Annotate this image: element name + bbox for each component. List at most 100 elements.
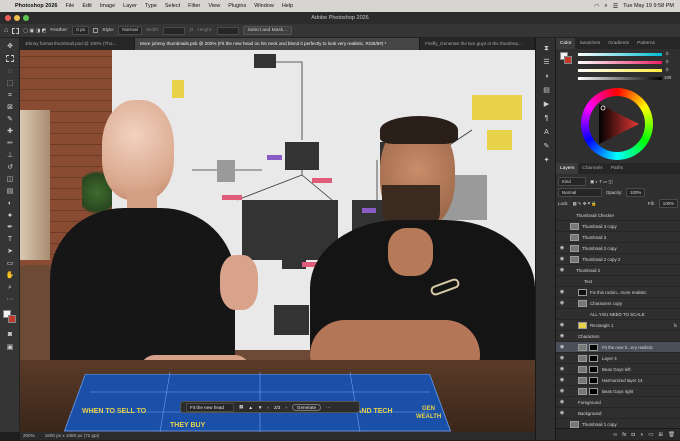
menu-window[interactable]: Window — [250, 3, 278, 9]
anti-alias-checkbox[interactable] — [93, 28, 99, 33]
visibility-icon[interactable]: ◉ — [558, 287, 566, 297]
eraser-tool-icon[interactable]: ◫ — [5, 175, 15, 185]
search-icon[interactable]: ⌕ — [604, 3, 607, 10]
brushes-panel-icon[interactable]: ✎ — [542, 142, 551, 151]
document-canvas[interactable]: WHEN TO SELL TO THEY BUY GEN WEALTH S AN… — [20, 50, 535, 432]
home-icon[interactable]: ⌂ — [4, 27, 8, 34]
libraries-panel-icon[interactable]: ▤ — [542, 86, 551, 95]
width-input[interactable] — [163, 26, 186, 35]
rectangle-tool-icon[interactable]: ▭ — [5, 259, 15, 269]
layer-row[interactable]: ◉ Thumbnail 2 copy — [556, 243, 680, 254]
thumbs-down-icon[interactable]: ▼ — [258, 405, 263, 410]
style-select[interactable]: Normal — [118, 26, 142, 35]
history-panel-icon[interactable]: ⧗ — [542, 44, 551, 53]
tab-thumbnail-format[interactable]: Jthnny format thumbnail.psd @ 100% (Tho.… — [20, 38, 135, 50]
cyan-value[interactable]: 0 — [666, 51, 668, 56]
tab-channels[interactable]: Channels — [578, 163, 606, 174]
menu-layer[interactable]: Layer — [119, 3, 141, 9]
menu-select[interactable]: Select — [161, 3, 184, 9]
move-tool-icon[interactable]: ✥ — [5, 42, 15, 52]
object-select-tool-icon[interactable]: ⬚ — [5, 79, 15, 89]
tab-swatches[interactable]: Swatches — [575, 38, 604, 49]
layer-row[interactable]: Thumbnail 3 copy — [556, 221, 680, 232]
next-variation-button[interactable]: › — [285, 405, 287, 410]
layer-row[interactable]: ◉ Beas Guys right — [556, 386, 680, 397]
tab-paths[interactable]: Paths — [607, 163, 627, 174]
menu-type[interactable]: Type — [141, 3, 161, 9]
menu-file[interactable]: File — [61, 3, 78, 9]
filter-icons[interactable]: ▣ ◐ T ▭ ◫ — [590, 179, 613, 185]
menu-clock[interactable]: Tue May 19 9:58 PM — [623, 3, 674, 9]
properties-panel-icon[interactable]: ☰ — [542, 58, 551, 67]
prompt-input[interactable]: Fit the new head — [186, 402, 234, 412]
lock-icons[interactable]: ▦ ✎ ✥ ⌗ 🔒 — [573, 201, 597, 207]
visibility-icon[interactable]: ◉ — [558, 364, 566, 374]
visibility-icon[interactable]: ◉ — [558, 353, 566, 363]
link-layers-icon[interactable]: ∞ — [613, 429, 617, 440]
yellow-slider[interactable] — [578, 69, 662, 72]
paragraph-panel-icon[interactable]: ¶ — [542, 114, 551, 123]
zoom-tool-icon[interactable]: ⌕ — [5, 283, 15, 293]
visibility-icon[interactable]: ◉ — [558, 375, 566, 385]
menu-help[interactable]: Help — [278, 3, 297, 9]
kind-filter-select[interactable]: Kind — [558, 177, 586, 186]
control-center-icon[interactable]: ☰ — [613, 3, 618, 10]
lasso-tool-icon[interactable]: ◌ — [5, 67, 15, 77]
more-options-icon[interactable]: ··· — [326, 405, 331, 410]
layer-row[interactable]: Thumbnail 3 — [556, 232, 680, 243]
layer-row[interactable]: ◉ Fit the new h...ery realistic — [556, 342, 680, 353]
dodge-tool-icon[interactable]: ● — [5, 211, 15, 221]
black-slider[interactable] — [578, 77, 662, 80]
menu-plugins[interactable]: Plugins — [224, 3, 250, 9]
actions-panel-icon[interactable]: ▶ — [542, 100, 551, 109]
tab-layers[interactable]: Layers — [556, 163, 579, 174]
clone-stamp-icon[interactable]: ⊥ — [5, 151, 15, 161]
yellow-value[interactable]: 0 — [666, 67, 668, 72]
feather-input[interactable]: 0 px — [72, 26, 90, 35]
background-color-swatch[interactable] — [8, 315, 16, 323]
height-input[interactable] — [216, 26, 239, 35]
tab-color[interactable]: Color — [556, 38, 576, 49]
cyan-slider[interactable] — [578, 53, 662, 56]
layer-row[interactable]: Thumbnail 1 copy — [556, 419, 680, 428]
add-style-icon[interactable]: fx — [622, 429, 626, 440]
thumbs-up-icon[interactable]: ▲ — [248, 405, 253, 410]
adjustments-panel-icon[interactable]: ◑ — [542, 72, 551, 81]
black-value[interactable]: 100 — [664, 75, 671, 80]
select-and-mask-button[interactable]: Select and Mask... — [242, 26, 293, 35]
opacity-input[interactable]: 100% — [626, 188, 646, 197]
blend-mode-select[interactable]: Normal — [558, 188, 602, 197]
selection-mode-icons[interactable]: ▢ ▣ ◨ ◩ — [23, 28, 46, 34]
generate-button[interactable]: Generate — [291, 403, 322, 411]
history-brush-icon[interactable]: ↺ — [5, 163, 15, 173]
screen-mode-icon[interactable]: ▣ — [5, 343, 15, 353]
menu-view[interactable]: View — [204, 3, 224, 9]
fill-input[interactable]: 100% — [658, 199, 678, 208]
tab-gradients[interactable]: Gradients — [604, 38, 633, 49]
layer-row[interactable]: Text — [556, 276, 680, 287]
layer-row[interactable]: ◉ Layer 4 — [556, 353, 680, 364]
layer-row[interactable]: ALL YOU NEED TO SCALE — [556, 309, 680, 320]
zoom-level[interactable]: 200% — [23, 432, 35, 440]
zoom-window-button[interactable] — [23, 15, 29, 21]
visibility-icon[interactable]: ◉ — [558, 386, 566, 396]
layer-row[interactable]: ◉ Thumbnail 2 — [556, 265, 680, 276]
healing-brush-icon[interactable]: ✚ — [5, 127, 15, 137]
tab-more-thumbnails[interactable]: More johnny thumbnails.psb @ 200% (Fit t… — [135, 38, 420, 50]
visibility-icon[interactable]: ◉ — [558, 342, 566, 352]
menu-app-name[interactable]: Photoshop 2026 — [11, 3, 61, 9]
brush-tool-icon[interactable]: ✏ — [5, 139, 15, 149]
layer-row[interactable]: ◉ Fix this rockin...more realistic — [556, 287, 680, 298]
fx-icon[interactable]: fx — [674, 320, 677, 330]
visibility-icon[interactable]: ◉ — [558, 408, 566, 418]
layer-row[interactable]: ◉ Beas Guys left — [556, 364, 680, 375]
new-layer-icon[interactable]: ⊞ — [658, 429, 663, 440]
eyedropper-tool-icon[interactable]: ✎ — [5, 115, 15, 125]
quick-mask-icon[interactable]: ◙ — [5, 330, 15, 340]
menu-image[interactable]: Image — [96, 3, 119, 9]
adjustment-layer-icon[interactable]: ◑ — [640, 429, 643, 440]
close-window-button[interactable] — [5, 15, 11, 21]
layer-row[interactable]: ◉ Characters copy — [556, 298, 680, 309]
visibility-icon[interactable]: ◉ — [558, 298, 566, 308]
add-mask-icon[interactable]: ◘ — [632, 429, 635, 440]
